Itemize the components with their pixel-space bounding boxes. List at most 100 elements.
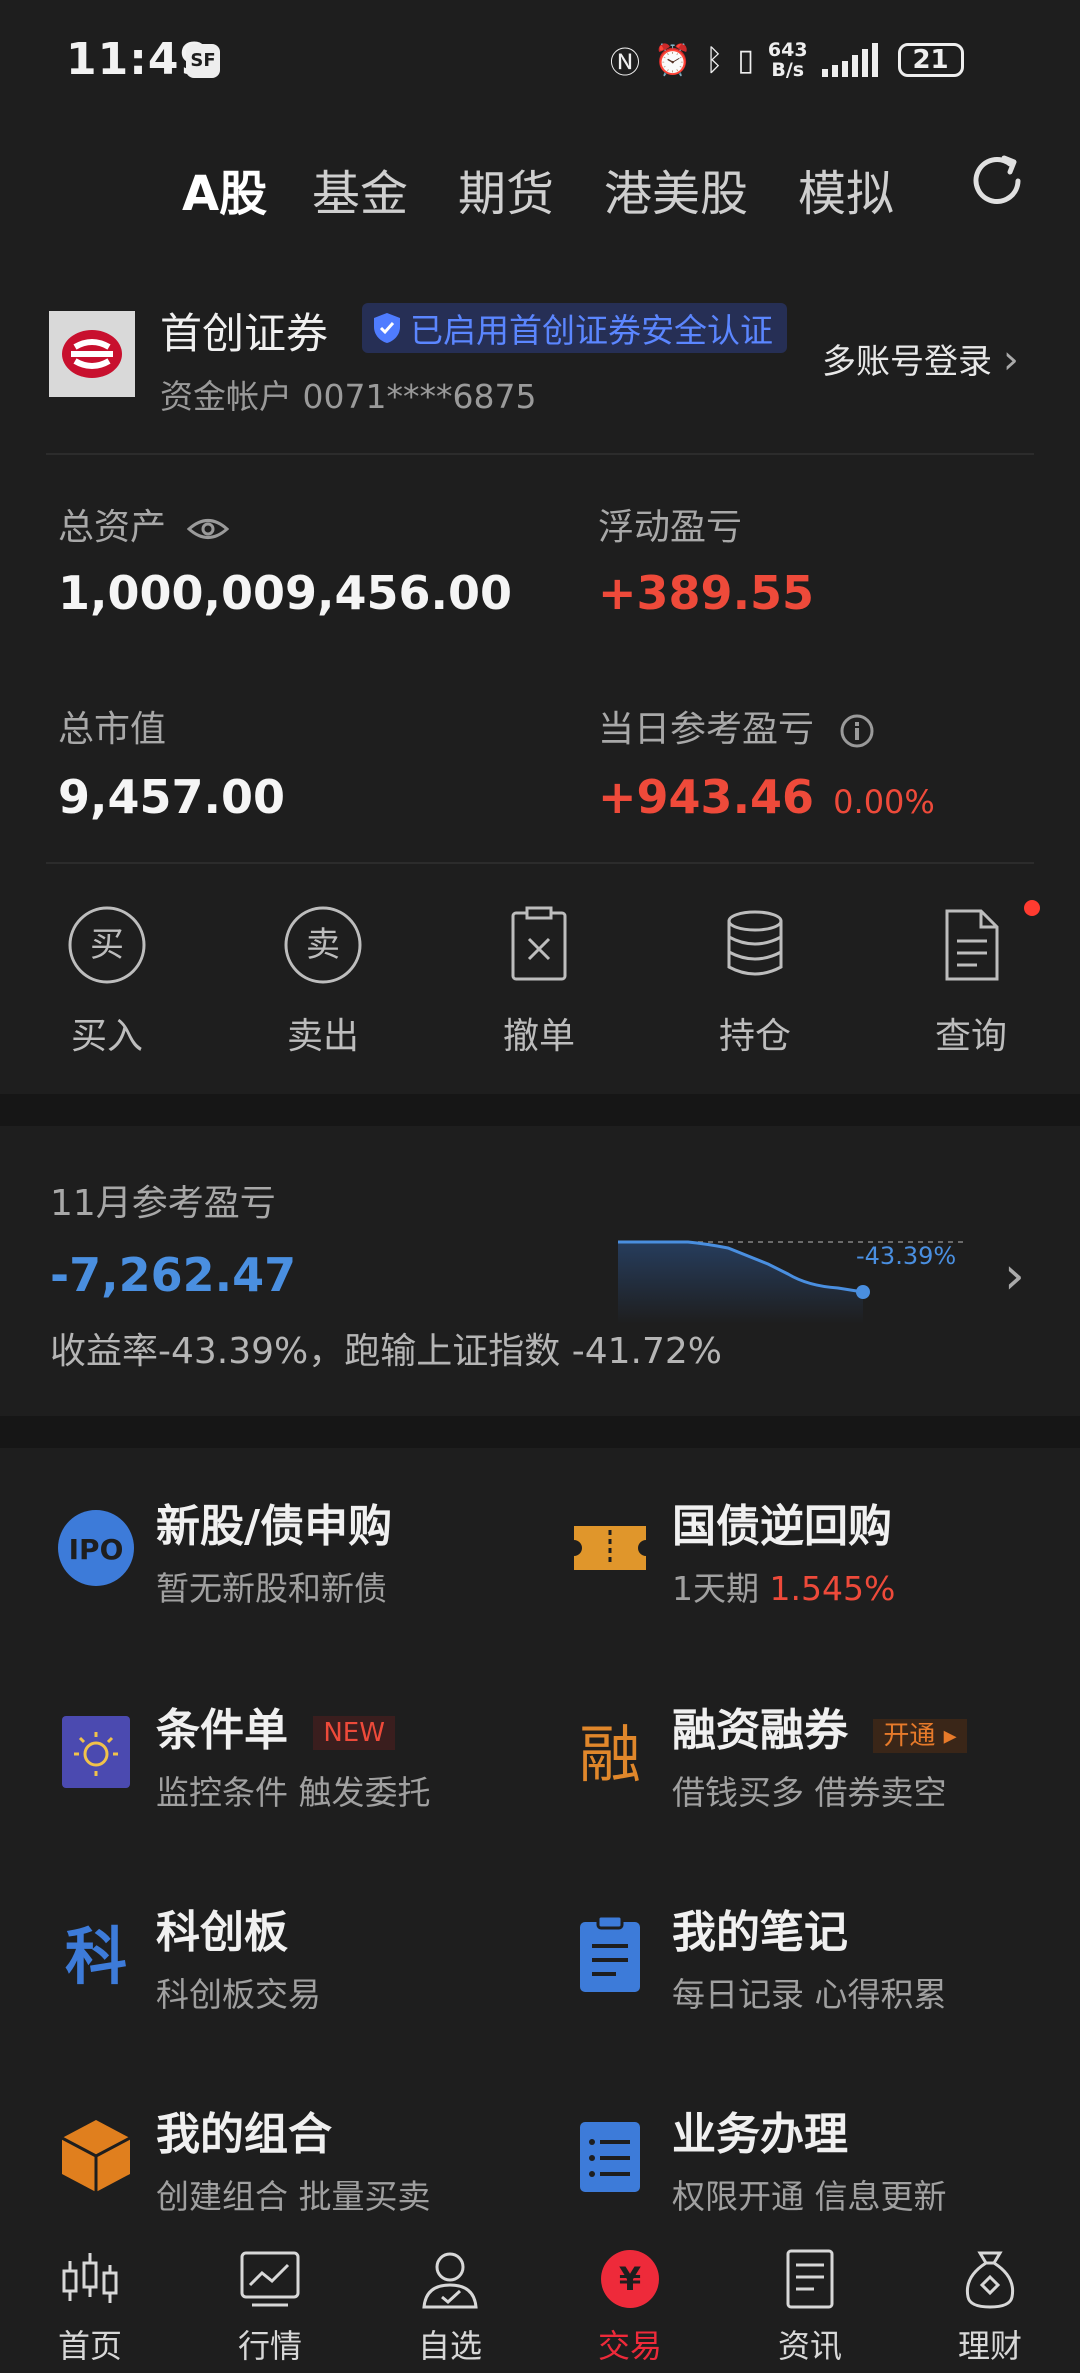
- query-icon: [945, 909, 999, 981]
- floating-pl-value: +389.55: [598, 566, 815, 620]
- holdings-icon: [727, 910, 783, 976]
- sf-app-icon: SF: [186, 44, 220, 78]
- notification-dot: [1024, 900, 1040, 916]
- star-market-icon: 科: [65, 1920, 127, 1993]
- tab-funds[interactable]: 基金: [312, 154, 408, 224]
- tab-a-shares[interactable]: A股: [182, 154, 267, 224]
- condition-order-title-row: 条件单 NEW: [156, 1694, 431, 1758]
- divider: [46, 453, 1034, 455]
- reverse-repo-term: 1天期: [672, 1569, 759, 1608]
- sell-button[interactable]: 卖 卖出: [243, 905, 403, 1059]
- market-value-label: 总市值: [58, 709, 167, 750]
- nav-trade[interactable]: ¥ 交易: [570, 2247, 690, 2367]
- market-value: 9,457.00: [58, 770, 285, 824]
- net-speed-value: 643: [767, 39, 808, 61]
- multi-login-label: 多账号登录: [822, 342, 992, 382]
- broker-logo: [49, 311, 135, 397]
- ipo-icon: IPO: [58, 1510, 134, 1586]
- nav-market[interactable]: 行情: [210, 2247, 330, 2367]
- chevron-right-icon: ›: [1004, 1246, 1025, 1306]
- security-badge-text: 已启用首创证券安全认证: [410, 311, 773, 350]
- shield-icon: [374, 313, 400, 343]
- reverse-repo-title: 国债逆回购: [672, 1501, 892, 1552]
- ipo-title: 新股/债申购: [156, 1501, 393, 1552]
- ticket-icon: [574, 1526, 646, 1570]
- total-assets-label-text: 总资产: [58, 507, 167, 548]
- reverse-repo-rate: 1.545%: [769, 1569, 896, 1608]
- cancel-order-icon: [511, 906, 567, 981]
- new-tag: NEW: [313, 1716, 395, 1750]
- monthly-pl-card[interactable]: 11月参考盈亏 -7,262.47 -43.39% › 收益率-43.39%，跑…: [0, 1126, 1080, 1416]
- battery-icon: 21: [897, 43, 964, 77]
- svg-text:科: 科: [65, 1920, 127, 1993]
- account-number: 资金帐户 0071****6875: [160, 377, 537, 416]
- broker-name: 首创证券: [160, 309, 329, 358]
- daily-pl: +943.46 0.00%: [598, 770, 935, 824]
- nav-wealth[interactable]: 理财: [930, 2247, 1050, 2367]
- my-notes-title: 我的笔记: [672, 1907, 848, 1958]
- monthly-pl-value: -7,262.47: [50, 1248, 297, 1302]
- svg-text:买: 买: [90, 925, 124, 965]
- divider: [46, 862, 1034, 864]
- section-separator: [0, 1416, 1080, 1448]
- total-assets-label: 总资产: [58, 498, 230, 550]
- star-market-sub: 科创板交易: [156, 1975, 321, 2014]
- nav-watchlist[interactable]: 自选: [390, 2247, 510, 2367]
- holdings-button[interactable]: 持仓: [675, 905, 835, 1059]
- alarm-icon: ⏰: [654, 42, 692, 78]
- buy-button[interactable]: 买 买入: [27, 905, 187, 1059]
- net-speed: 643 B/s: [768, 40, 808, 80]
- floating-pl-label: 浮动盈亏: [598, 507, 743, 548]
- portfolio-icon: [61, 2120, 131, 2192]
- tab-hk-us[interactable]: 港美股: [604, 154, 748, 224]
- cancel-order-button[interactable]: 撤单: [459, 905, 619, 1059]
- buy-icon: 买: [68, 906, 146, 984]
- tab-futures[interactable]: 期货: [458, 154, 554, 224]
- daily-pl-percent: 0.00%: [833, 783, 935, 821]
- market-icon: [240, 2251, 300, 2307]
- open-tag[interactable]: 开通 ▸: [873, 1718, 967, 1753]
- nav-news-label: 资讯: [777, 2327, 842, 2365]
- business-sub: 权限开通 信息更新: [672, 2177, 947, 2216]
- refresh-icon[interactable]: [966, 150, 1028, 212]
- star-market-title: 科创板: [156, 1907, 288, 1958]
- total-assets-value: 1,000,009,456.00: [58, 566, 512, 620]
- wealth-icon: [965, 2251, 1015, 2309]
- daily-pl-label: 当日参考盈亏: [598, 700, 875, 752]
- nav-watchlist-label: 自选: [417, 2327, 482, 2365]
- daily-pl-value: +943.46: [598, 770, 815, 824]
- eye-icon[interactable]: [187, 516, 230, 542]
- daily-pl-label-text: 当日参考盈亏: [598, 709, 815, 750]
- condition-order-title: 条件单: [156, 1705, 288, 1756]
- svg-text:¥: ¥: [619, 2260, 641, 2298]
- svg-text:卖: 卖: [306, 925, 340, 965]
- signal-icon: [821, 43, 878, 77]
- my-notes-sub: 每日记录 心得积累: [672, 1975, 947, 2014]
- business-title: 业务办理: [672, 2109, 848, 2160]
- business-icon: [580, 2122, 640, 2192]
- status-icons: Ⓝ ⏰ ᛒ ▯ 643 B/s 21: [610, 40, 964, 81]
- nav-news[interactable]: 资讯: [750, 2247, 870, 2367]
- nav-wealth-label: 理财: [957, 2327, 1022, 2365]
- security-badge[interactable]: 已启用首创证券安全认证: [362, 303, 787, 353]
- margin-icon: 融: [579, 1718, 641, 1791]
- query-button[interactable]: 查询: [891, 905, 1051, 1059]
- condition-order-icon: [62, 1716, 130, 1788]
- home-chart-icon: [62, 2253, 118, 2303]
- nav-market-label: 行情: [237, 2327, 302, 2365]
- sell-label: 卖出: [286, 1016, 359, 1057]
- nav-home[interactable]: 首页: [30, 2247, 150, 2367]
- tab-simulation[interactable]: 模拟: [798, 154, 894, 224]
- nav-home-label: 首页: [57, 2327, 122, 2365]
- open-tag-text: 开通: [883, 1720, 936, 1751]
- market-tabs: A股 基金 期货 港美股 模拟: [0, 140, 1080, 230]
- sell-icon: 卖: [284, 906, 362, 984]
- svg-text:融: 融: [579, 1718, 641, 1791]
- trade-icon: ¥: [601, 2250, 659, 2308]
- buy-label: 买入: [70, 1016, 143, 1057]
- info-icon[interactable]: [839, 713, 875, 749]
- section-separator: [0, 1094, 1080, 1126]
- margin-title: 融资融券: [672, 1705, 848, 1756]
- multi-account-login[interactable]: 多账号登录 ›: [822, 334, 1019, 383]
- my-portfolio-sub: 创建组合 批量买卖: [156, 2177, 431, 2216]
